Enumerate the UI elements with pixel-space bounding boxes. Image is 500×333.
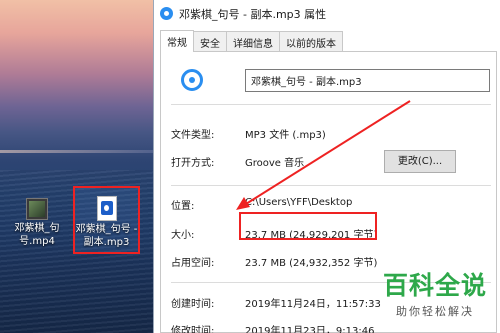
file-name-field[interactable] bbox=[245, 69, 490, 92]
size-label: 大小: bbox=[171, 230, 195, 241]
groove-music-icon bbox=[160, 7, 173, 20]
size-annotation-box bbox=[239, 212, 377, 240]
tab-security[interactable]: 安全 bbox=[193, 31, 227, 51]
file-type-value: MP3 文件 (.mp3) bbox=[245, 130, 326, 141]
watermark: 百科全说 助你轻松解决 bbox=[375, 271, 495, 319]
location-label: 位置: bbox=[171, 201, 195, 212]
divider bbox=[171, 104, 491, 105]
watermark-subtitle: 助你轻松解决 bbox=[396, 305, 474, 318]
divider bbox=[171, 185, 491, 186]
modified-value: 2019年11月23日，9:13:46 bbox=[245, 326, 375, 333]
window-title: 邓紫棋_句号 - 副本.mp3 属性 bbox=[179, 7, 327, 21]
open-with-label: 打开方式: bbox=[171, 158, 215, 169]
desktop-icon-label: 邓紫棋_句号 - 副本.mp3 bbox=[75, 224, 138, 248]
created-label: 创建时间: bbox=[171, 299, 215, 310]
tab-previous-versions[interactable]: 以前的版本 bbox=[279, 31, 343, 51]
change-button[interactable]: 更改(C)... bbox=[384, 150, 456, 173]
audio-file-icon bbox=[96, 196, 117, 221]
location-value: C:\Users\YFF\Desktop bbox=[245, 197, 353, 208]
modified-label: 修改时间: bbox=[171, 326, 215, 333]
tab-general[interactable]: 常规 bbox=[160, 30, 194, 52]
window-titlebar[interactable]: 邓紫棋_句号 - 副本.mp3 属性 bbox=[154, 0, 500, 27]
size-on-disk-label: 占用空间: bbox=[171, 258, 215, 269]
watermark-title: 百科全说 bbox=[382, 271, 487, 300]
tab-bar: 常规 安全 详细信息 以前的版本 bbox=[160, 30, 343, 52]
video-file-icon bbox=[26, 198, 48, 220]
desktop-icon-label: 邓紫棋_句号.mp4 bbox=[14, 223, 60, 247]
groove-file-icon bbox=[181, 69, 203, 91]
created-value: 2019年11月24日，11:57:33 bbox=[245, 299, 381, 310]
desktop-icon-mp3-selected[interactable]: 邓紫棋_句号 - 副本.mp3 bbox=[73, 186, 140, 254]
desktop-icon-mp4[interactable]: 邓紫棋_句号.mp4 bbox=[4, 198, 70, 248]
horizon-glow bbox=[0, 150, 160, 153]
file-type-label: 文件类型: bbox=[171, 130, 215, 141]
open-with-value: Groove 音乐 bbox=[245, 158, 305, 169]
size-on-disk-value: 23.7 MB (24,932,352 字节) bbox=[245, 258, 378, 269]
tab-details[interactable]: 详细信息 bbox=[226, 31, 280, 51]
